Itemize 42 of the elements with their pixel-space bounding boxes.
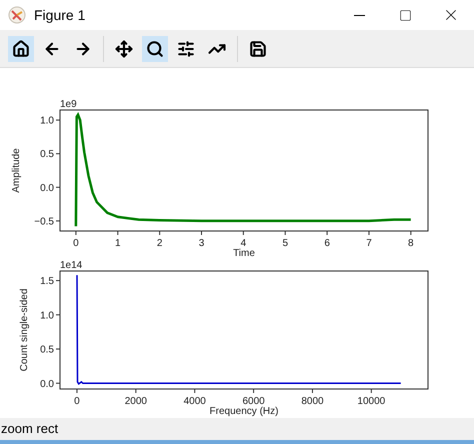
x-tick-label: 1: [115, 238, 121, 249]
y-tick-label: 1.5: [40, 276, 54, 288]
y-tick-label: 0.0: [40, 182, 54, 194]
save-icon: [249, 40, 267, 58]
y-tick-label: 1.0: [40, 116, 54, 127]
x-tick-label: 4000: [184, 396, 206, 407]
x-tick-label: 0: [74, 396, 80, 407]
offset-label: 1e9: [60, 99, 77, 110]
app-logo-icon: [8, 6, 26, 24]
x-axis-label: Time: [233, 248, 255, 259]
move-icon: [115, 40, 133, 58]
search-icon: [146, 40, 164, 58]
x-tick-label: 10000: [357, 396, 386, 407]
x-tick-label: 8000: [301, 396, 324, 407]
toolbar-button[interactable]: [142, 36, 168, 62]
x-axis-label: Frequency (Hz): [210, 406, 278, 417]
window-title: Figure 1: [34, 6, 86, 25]
x-tick-label: 8: [408, 238, 414, 249]
x-tick-label: 7: [366, 238, 372, 249]
x-tick-label: 3: [198, 238, 204, 249]
y-tick-label: 0.0: [40, 378, 54, 390]
maximize-icon: [398, 8, 412, 22]
home-icon: [12, 40, 30, 58]
x-tick-label: 5: [282, 238, 288, 249]
x-tick-label: 0: [73, 238, 79, 249]
minimize-icon: [354, 14, 364, 16]
sliders-icon: [177, 40, 195, 58]
y-tick-label: 1.0: [40, 310, 54, 322]
status-message: zoom rect: [0, 420, 58, 438]
y-tick-label: 0.5: [40, 149, 54, 160]
x-tick-label: 6: [324, 238, 330, 249]
toolbar-button[interactable]: [8, 36, 34, 62]
y-axis-label: Amplitude: [11, 148, 22, 193]
x-tick-label: 2000: [124, 396, 147, 407]
x-tick-label: 2: [156, 238, 162, 249]
y-tick-label: −0.5: [34, 216, 54, 228]
forward-arrow-icon: [74, 40, 92, 58]
y-tick-label: 0.5: [40, 344, 54, 356]
x-tick-label: 6000: [242, 396, 265, 407]
y-axis-label: Count single-sided: [19, 288, 30, 372]
x-tick-label: 4: [240, 238, 246, 249]
offset-label: 1e14: [60, 260, 82, 271]
